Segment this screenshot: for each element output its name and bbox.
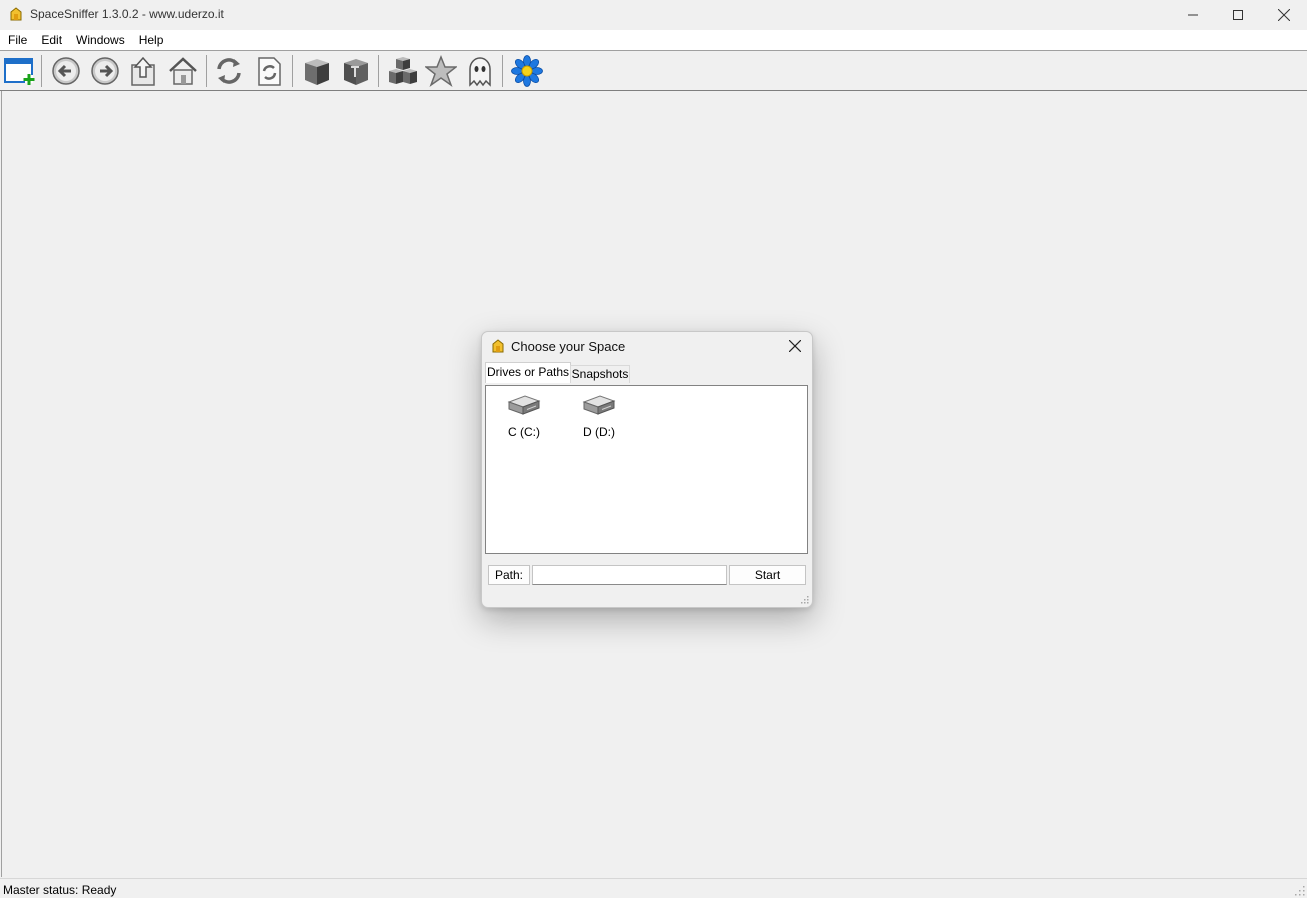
refresh-file-button[interactable] <box>252 54 286 88</box>
status-bar: Master status: Ready <box>0 878 1307 898</box>
drive-list: C (C:) D (D:) <box>485 385 808 554</box>
toolbar-separator <box>292 55 293 87</box>
cubes-button[interactable] <box>385 54 419 88</box>
path-button[interactable]: Path: <box>488 565 530 585</box>
toolbar-separator <box>206 55 207 87</box>
drive-label: C (C:) <box>508 425 540 439</box>
toolbar-separator <box>41 55 42 87</box>
window-title: SpaceSniffer 1.3.0.2 - www.uderzo.it <box>30 7 224 21</box>
refresh-button[interactable] <box>212 54 246 88</box>
refresh-file-icon <box>258 57 281 86</box>
hard-drive-icon <box>507 395 541 415</box>
ghost-button[interactable] <box>463 54 497 88</box>
maximize-button[interactable] <box>1215 0 1261 30</box>
drive-item-c[interactable]: C (C:) <box>494 392 554 439</box>
home-button[interactable] <box>166 54 200 88</box>
dialog-title: Choose your Space <box>511 339 626 354</box>
close-button[interactable] <box>1261 0 1307 30</box>
cubes-icon <box>389 57 417 84</box>
minimize-button[interactable] <box>1170 0 1216 30</box>
path-input[interactable] <box>532 565 727 585</box>
new-window-button[interactable] <box>2 54 36 88</box>
spacesniffer-logo-icon <box>10 7 22 21</box>
drive-label: D (D:) <box>583 425 615 439</box>
minimize-icon <box>1188 14 1198 16</box>
back-button[interactable] <box>49 54 83 88</box>
close-icon <box>1278 9 1290 21</box>
start-button[interactable]: Start <box>729 565 806 585</box>
cube-icon <box>305 59 329 85</box>
choose-space-dialog: Choose your Space Drives or Paths Snapsh… <box>481 331 813 608</box>
close-icon <box>789 340 801 352</box>
toolbar-separator <box>502 55 503 87</box>
drive-item-d[interactable]: D (D:) <box>569 392 629 439</box>
resize-grip-icon[interactable] <box>1295 886 1305 896</box>
forward-button[interactable] <box>88 54 122 88</box>
toolbar-separator <box>378 55 379 87</box>
back-icon <box>52 57 80 85</box>
flower-icon <box>511 55 543 87</box>
star-icon <box>425 55 457 87</box>
new-window-icon <box>4 58 35 85</box>
tab-snapshots[interactable]: Snapshots <box>570 365 630 383</box>
cube-button[interactable] <box>299 54 333 88</box>
up-folder-icon <box>131 56 155 86</box>
home-icon <box>169 57 197 85</box>
cube-highlight-button[interactable] <box>338 54 372 88</box>
tab-drives-or-paths[interactable]: Drives or Paths <box>485 362 571 383</box>
menu-edit[interactable]: Edit <box>34 30 69 50</box>
cube-highlight-icon <box>344 59 368 85</box>
status-text: Master status: Ready <box>3 883 117 897</box>
dialog-close-button[interactable] <box>782 334 808 358</box>
toolbar <box>0 51 1307 90</box>
donate-button[interactable] <box>510 54 544 88</box>
maximize-icon <box>1233 10 1243 20</box>
ghost-icon <box>469 57 491 87</box>
spacesniffer-logo-icon <box>492 339 504 353</box>
menu-help[interactable]: Help <box>132 30 171 50</box>
menu-windows[interactable]: Windows <box>69 30 132 50</box>
title-bar: SpaceSniffer 1.3.0.2 - www.uderzo.it <box>0 0 1307 30</box>
menu-bar: File Edit Windows Help <box>0 30 1307 50</box>
star-button[interactable] <box>424 54 458 88</box>
refresh-icon <box>217 58 241 84</box>
menu-file[interactable]: File <box>0 30 34 50</box>
hard-drive-icon <box>582 395 616 415</box>
forward-icon <box>91 57 119 85</box>
up-folder-button[interactable] <box>127 54 161 88</box>
resize-grip-icon[interactable] <box>801 596 809 604</box>
